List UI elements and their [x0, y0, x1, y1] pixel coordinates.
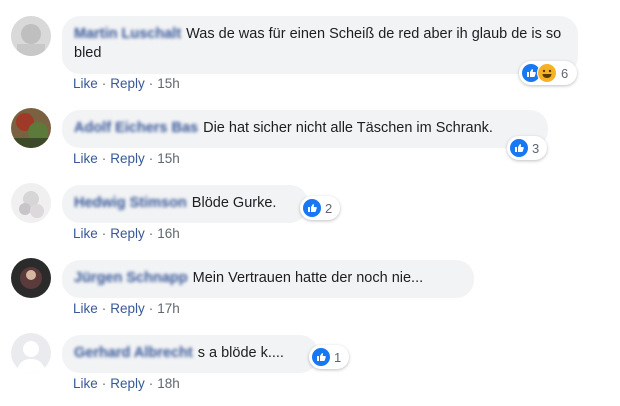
reaction-count: 3 — [532, 140, 540, 156]
author-name[interactable]: Adolf Eichers Bas — [74, 120, 198, 136]
author-name[interactable]: Martin Luschalt — [74, 26, 181, 42]
like-link[interactable]: Like — [73, 76, 98, 91]
like-reaction-icon — [303, 199, 321, 217]
like-link[interactable]: Like — [73, 151, 98, 166]
separator: · — [148, 376, 154, 391]
haha-reaction-icon — [537, 63, 557, 83]
reply-link[interactable]: Reply — [110, 301, 145, 316]
separator: · — [101, 376, 107, 391]
comment-time[interactable]: 15h — [157, 151, 180, 166]
separator: · — [101, 151, 107, 166]
comment-text: s a blöde k.... — [197, 345, 284, 361]
avatar[interactable] — [11, 108, 51, 148]
separator: · — [101, 76, 107, 91]
comment-time[interactable]: 16h — [157, 226, 180, 241]
comment-actions: Like · Reply · 15h — [73, 76, 180, 91]
comment-bubble: Adolf Eichers Bas Die hat sicher nicht al… — [62, 110, 548, 148]
reply-link[interactable]: Reply — [110, 376, 145, 391]
comment-time[interactable]: 18h — [157, 376, 180, 391]
reaction-badge[interactable]: 3 — [507, 136, 547, 160]
like-link[interactable]: Like — [73, 376, 98, 391]
reaction-count: 1 — [334, 349, 342, 365]
comment-bubble: Gerhard Albrecht s a blöde k.... — [62, 335, 318, 373]
separator: · — [148, 76, 154, 91]
comment-actions: Like · Reply · 18h — [73, 376, 180, 391]
reaction-count: 6 — [561, 65, 569, 81]
author-name[interactable]: Hedwig Stimson — [74, 195, 187, 211]
author-name[interactable]: Gerhard Albrecht — [74, 345, 193, 361]
comment-actions: Like · Reply · 17h — [73, 301, 180, 316]
avatar[interactable] — [11, 258, 51, 298]
separator: · — [101, 301, 107, 316]
avatar[interactable] — [11, 16, 51, 56]
avatar[interactable] — [11, 333, 51, 373]
avatar[interactable] — [11, 183, 51, 223]
author-name[interactable]: Jürgen Schnapp — [74, 270, 188, 286]
reaction-badge[interactable]: 6 — [519, 61, 577, 85]
reaction-badge[interactable]: 2 — [300, 196, 340, 220]
like-link[interactable]: Like — [73, 226, 98, 241]
comment-bubble: Hedwig Stimson Blöde Gurke. — [62, 185, 308, 223]
comment-text: Die hat sicher nicht alle Täschen im Sch… — [203, 120, 493, 136]
comment-bubble: Martin Luschalt Was de was für einen Sche… — [62, 16, 578, 74]
like-reaction-icon — [312, 348, 330, 366]
like-reaction-icon — [510, 139, 528, 157]
reply-link[interactable]: Reply — [110, 76, 145, 91]
reply-link[interactable]: Reply — [110, 151, 145, 166]
comment-text: Mein Vertrauen hatte der noch nie... — [192, 270, 424, 286]
separator: · — [148, 301, 154, 316]
comment-time[interactable]: 15h — [157, 76, 180, 91]
reaction-badge[interactable]: 1 — [309, 345, 349, 369]
comment-actions: Like · Reply · 15h — [73, 151, 180, 166]
separator: · — [148, 151, 154, 166]
comment-text: Blöde Gurke. — [191, 195, 277, 211]
reply-link[interactable]: Reply — [110, 226, 145, 241]
comment-actions: Like · Reply · 16h — [73, 226, 180, 241]
reaction-count: 2 — [325, 200, 333, 216]
separator: · — [101, 226, 107, 241]
separator: · — [148, 226, 154, 241]
comment-bubble: Jürgen Schnapp Mein Vertrauen hatte der n… — [62, 260, 474, 298]
comment-time[interactable]: 17h — [157, 301, 180, 316]
like-link[interactable]: Like — [73, 301, 98, 316]
